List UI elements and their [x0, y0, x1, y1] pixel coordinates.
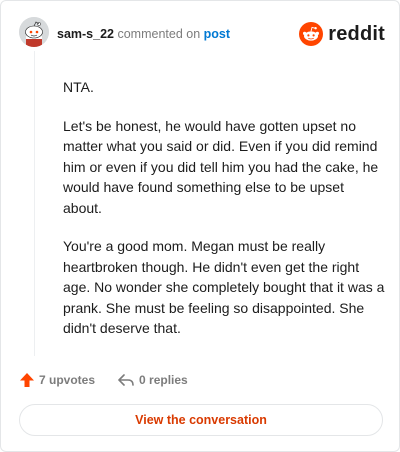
- comment-actions: 7 upvotes 0 replies: [19, 369, 210, 391]
- upvote-count: 7 upvotes: [39, 373, 96, 387]
- comment-paragraph: Let's be honest, he would have gotten up…: [63, 117, 379, 216]
- username-link[interactable]: sam-s_22: [57, 27, 114, 41]
- thread-line: [34, 51, 35, 356]
- reply-count: 0 replies: [139, 373, 188, 387]
- upvote-button[interactable]: 7 upvotes: [19, 372, 95, 388]
- reddit-logo[interactable]: reddit: [299, 21, 385, 47]
- comment-paragraph: NTA.: [63, 79, 94, 95]
- view-conversation-button[interactable]: View the conversation: [19, 404, 383, 436]
- commented-on-text: commented on: [117, 27, 201, 41]
- comment-card: sam-s_22 commented on post reddit NTA. L…: [0, 0, 400, 452]
- avatar[interactable]: [19, 17, 49, 47]
- reddit-snoo-icon: [299, 22, 324, 46]
- post-link[interactable]: post: [204, 27, 230, 41]
- reply-button[interactable]: 0 replies: [117, 372, 188, 388]
- snoo-avatar-icon: [19, 17, 49, 47]
- comment-header: sam-s_22 commented on post reddit: [19, 15, 385, 55]
- comment-byline: sam-s_22 commented on post: [57, 27, 230, 41]
- upvote-arrow-icon: [20, 373, 34, 387]
- comment-paragraph: You're a good mom. Megan must be really …: [63, 238, 385, 336]
- reply-arrow-icon: [118, 374, 134, 386]
- reddit-wordmark: reddit: [328, 22, 385, 45]
- comment-body: NTA. Let's be honest, he would have gott…: [63, 77, 385, 357]
